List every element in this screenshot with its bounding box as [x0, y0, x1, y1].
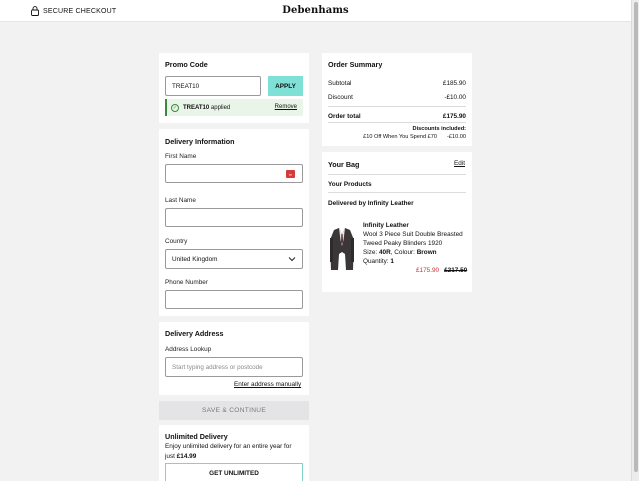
promo-code-input[interactable]: TREAT10 [165, 76, 261, 96]
scrollbar[interactable] [631, 0, 639, 481]
total-row: Order total £175.90 [328, 113, 466, 120]
discount-label: Discount [328, 94, 353, 101]
promo-applied-notice: ✓ TREAT10 applied Remove [165, 99, 303, 116]
colour-label: Colour: [394, 249, 415, 256]
edit-bag-link[interactable]: Edit [454, 160, 465, 167]
unlimited-description: Enjoy unlimited delivery for an entire y… [165, 442, 305, 461]
country-value: United Kingdom [172, 255, 218, 263]
get-unlimited-button[interactable]: GET UNLIMITED [165, 463, 303, 481]
apply-button[interactable]: APPLY [268, 76, 303, 96]
order-summary-title: Order Summary [328, 60, 383, 69]
discounts-included-row: Discounts included: [328, 126, 466, 132]
subtotal-row: Subtotal £185.90 [328, 80, 466, 87]
discount-row: Discount -£10.00 [328, 94, 466, 101]
discounts-included-label: Discounts included: [412, 126, 466, 132]
price-was: £217.50 [444, 267, 468, 274]
address-lookup-label: Address Lookup [165, 346, 212, 353]
applied-code: TREAT10 [183, 104, 210, 111]
save-continue-button[interactable]: SAVE & CONTINUE [159, 401, 309, 420]
discount-value: -£10.00 [444, 94, 466, 101]
product-price: £175.90 £217.50 [416, 267, 467, 274]
remove-promo-link[interactable]: Remove [275, 104, 297, 110]
product-name-line2[interactable]: Tweed Peaky Blinders 1920 [363, 239, 442, 248]
bag-divider-2 [328, 192, 466, 193]
chevron-down-icon [288, 257, 296, 262]
first-name-label: First Name [165, 153, 197, 160]
bag-title: Your Bag [328, 160, 360, 169]
applied-suffix: applied [210, 104, 231, 111]
discount-detail-value: -£10.00 [447, 134, 466, 140]
product-image[interactable] [328, 226, 356, 272]
phone-field[interactable] [165, 290, 303, 309]
top-header: SECURE CHECKOUT Debenhams [0, 0, 631, 22]
last-name-field[interactable] [165, 208, 303, 227]
total-label: Order total [328, 113, 361, 120]
product-brand: Infinity Leather [363, 222, 409, 229]
unlimited-desc-line1: Enjoy unlimited delivery for an entire y… [165, 443, 292, 450]
your-products-label: Your Products [328, 181, 372, 188]
last-name-label: Last Name [165, 197, 196, 204]
unlimited-price: £14.99 [176, 452, 197, 460]
brand-logo[interactable]: Debenhams [0, 5, 631, 16]
unlimited-title: Unlimited Delivery [165, 432, 228, 441]
price-now: £175.90 [416, 267, 440, 274]
total-value: £175.90 [442, 113, 466, 120]
quantity-label: Quantity: [363, 258, 389, 265]
summary-divider-2 [328, 122, 466, 123]
address-lookup-placeholder: Start typing address or postcode [172, 363, 263, 371]
check-circle-icon: ✓ [171, 103, 179, 112]
delivery-info-title: Delivery Information [165, 137, 235, 146]
subtotal-label: Subtotal [328, 80, 352, 87]
discount-detail-label: £10 Off When You Spend £70 [363, 134, 438, 140]
country-label: Country [165, 238, 188, 245]
quantity-value: 1 [390, 258, 394, 265]
promo-code-value: TREAT10 [172, 82, 200, 90]
promo-title: Promo Code [165, 60, 208, 69]
product-quantity: Quantity: 1 [363, 257, 394, 266]
size-value: 40R [379, 249, 391, 256]
delivered-by-label: Delivered by Infinity Leather [328, 200, 414, 207]
address-lookup-input[interactable]: Start typing address or postcode [165, 357, 303, 377]
discount-detail-row: £10 Off When You Spend £70 -£10.00 [328, 134, 466, 140]
unlimited-desc-prefix: just [165, 452, 175, 460]
summary-divider [328, 106, 466, 107]
first-name-field[interactable]: ▪▪ [165, 164, 303, 183]
colour-value: Brown [416, 249, 437, 256]
enter-address-manually-link[interactable]: Enter address manually [234, 381, 301, 388]
country-select[interactable]: United Kingdom [165, 249, 303, 269]
bag-divider [328, 174, 466, 175]
size-label: Size: [363, 249, 378, 256]
autofill-icon[interactable]: ▪▪ [286, 170, 295, 178]
scrollbar-thumb[interactable] [634, 2, 638, 472]
subtotal-value: £185.90 [442, 80, 466, 87]
product-name-line1[interactable]: Wool 3 Piece Suit Double Breasted [363, 230, 463, 239]
phone-label: Phone Number [165, 279, 208, 286]
delivery-address-title: Delivery Address [165, 329, 224, 338]
product-size-colour: Size: 40R, Colour: Brown [363, 249, 437, 256]
